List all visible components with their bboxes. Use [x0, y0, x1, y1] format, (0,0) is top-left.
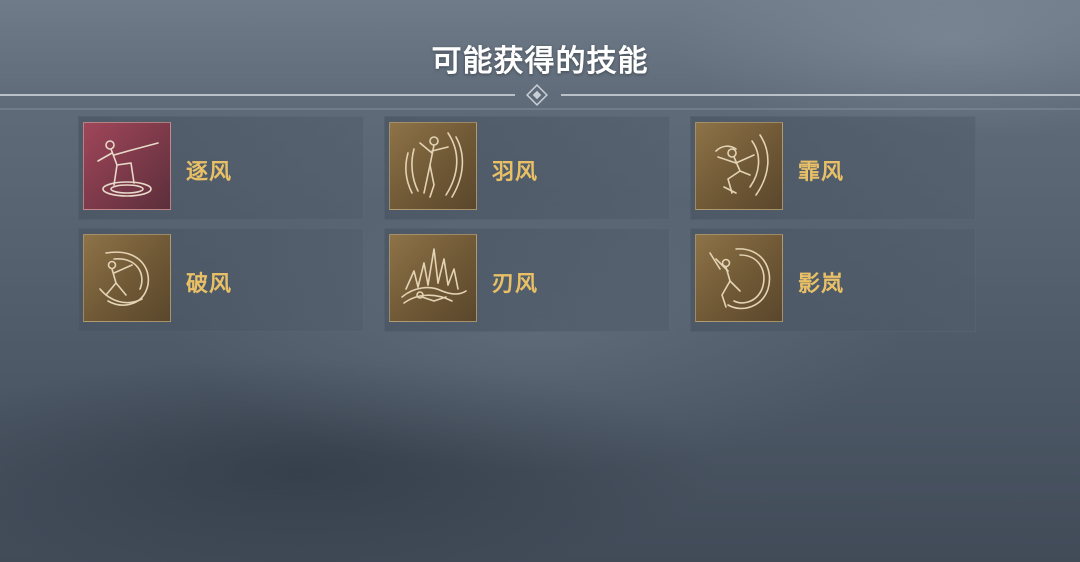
skill-name: 羽风	[492, 160, 539, 185]
skill-card-4[interactable]: 破风	[78, 228, 364, 332]
crescent-figure-icon	[709, 248, 771, 310]
skill-card-5[interactable]: 刃风	[384, 228, 670, 332]
skill-icon-frame	[695, 122, 783, 210]
skill-card-1[interactable]: 逐风	[78, 116, 364, 220]
skill-card-3[interactable]: 霏风	[690, 116, 976, 220]
skill-icon-frame	[389, 122, 477, 210]
bow-swirl-icon	[99, 251, 150, 306]
blade-spikes-icon	[401, 248, 467, 304]
skill-card-2[interactable]: 羽风	[384, 116, 670, 220]
skill-icon-frame	[695, 234, 783, 322]
skill-icon-frame	[389, 234, 477, 322]
skill-name: 破风	[186, 272, 233, 297]
skill-name: 霏风	[798, 160, 845, 185]
skill-icon-frame	[83, 122, 171, 210]
figure-on-ring-icon	[97, 140, 159, 197]
skill-card-6[interactable]: 影岚	[690, 228, 976, 332]
skill-name: 影岚	[798, 272, 845, 297]
crouching-leaper-icon	[715, 134, 769, 196]
skill-name: 逐风	[186, 160, 233, 185]
archer-drawing-bow-icon	[405, 132, 464, 198]
skill-name: 刃风	[492, 272, 539, 297]
skill-icon-frame	[83, 234, 171, 322]
skills-grid: 逐风 羽风 霏风 破风 刃风 影岚	[0, 0, 1080, 562]
